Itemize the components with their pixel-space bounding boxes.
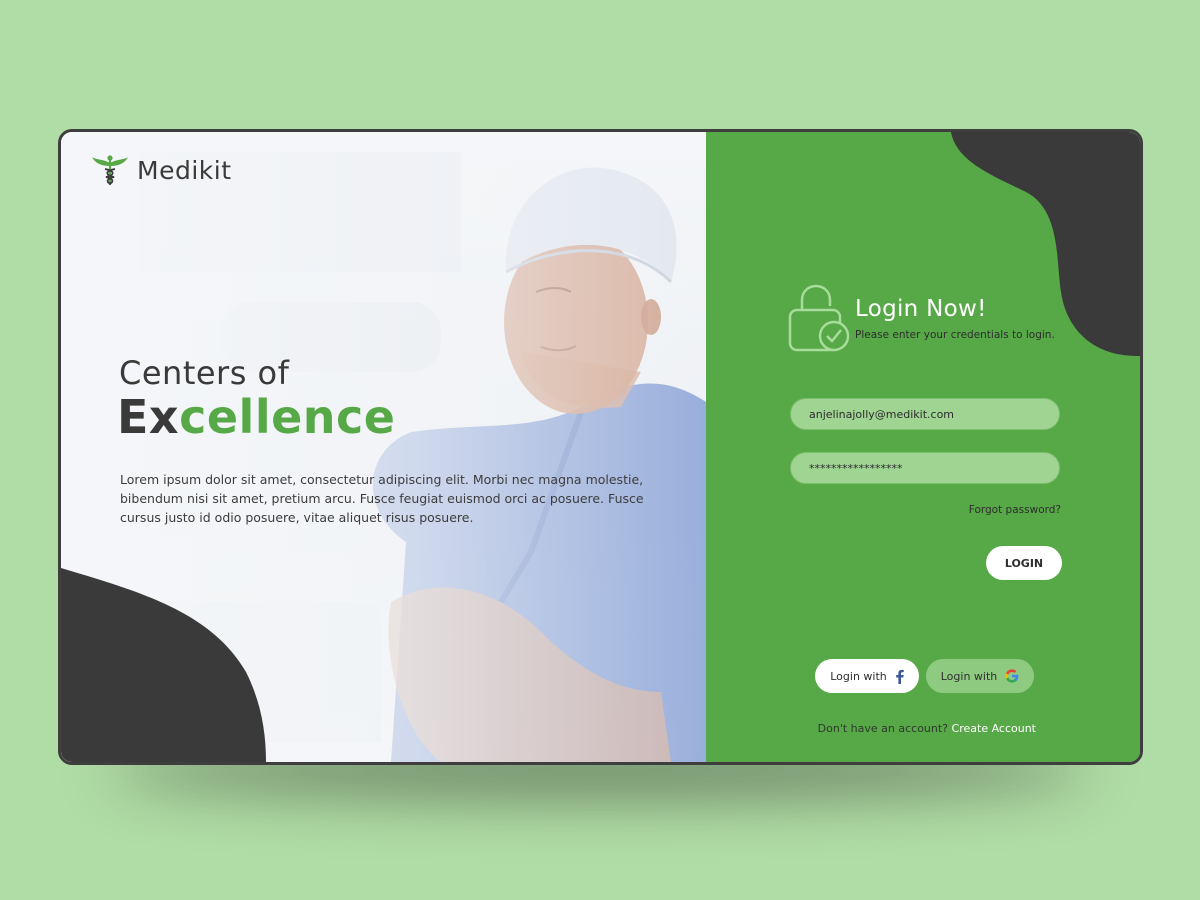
login-title: Login Now! [855,296,987,322]
google-icon [1005,669,1019,683]
password-field[interactable] [790,452,1060,484]
decorative-blob-right [951,132,1140,357]
login-subtitle: Please enter your credentials to login. [855,329,1055,341]
google-button-label: Login with [940,669,998,683]
email-field[interactable] [790,398,1060,430]
signup-prompt-text: Don't have an account? [817,722,949,735]
login-with-facebook-button[interactable]: Login with [815,659,919,693]
login-button[interactable]: LOGIN [986,546,1062,580]
forgot-password-link[interactable]: Forgot password? [961,504,1061,516]
signup-prompt: Don't have an account? Create Account [766,722,1036,735]
login-card: Medikit Centers of Excellence Lorem ipsu… [58,129,1143,765]
create-account-link[interactable]: Create Account [952,722,1036,735]
login-with-google-button[interactable]: Login with [926,659,1034,693]
hero-panel: Medikit Centers of Excellence Lorem ipsu… [61,132,706,762]
decorative-blob-left [61,568,266,762]
lock-check-icon [788,284,850,352]
facebook-button-label: Login with [830,669,887,683]
facebook-icon [895,669,904,684]
login-panel: Login Now! Please enter your credentials… [706,132,1140,762]
